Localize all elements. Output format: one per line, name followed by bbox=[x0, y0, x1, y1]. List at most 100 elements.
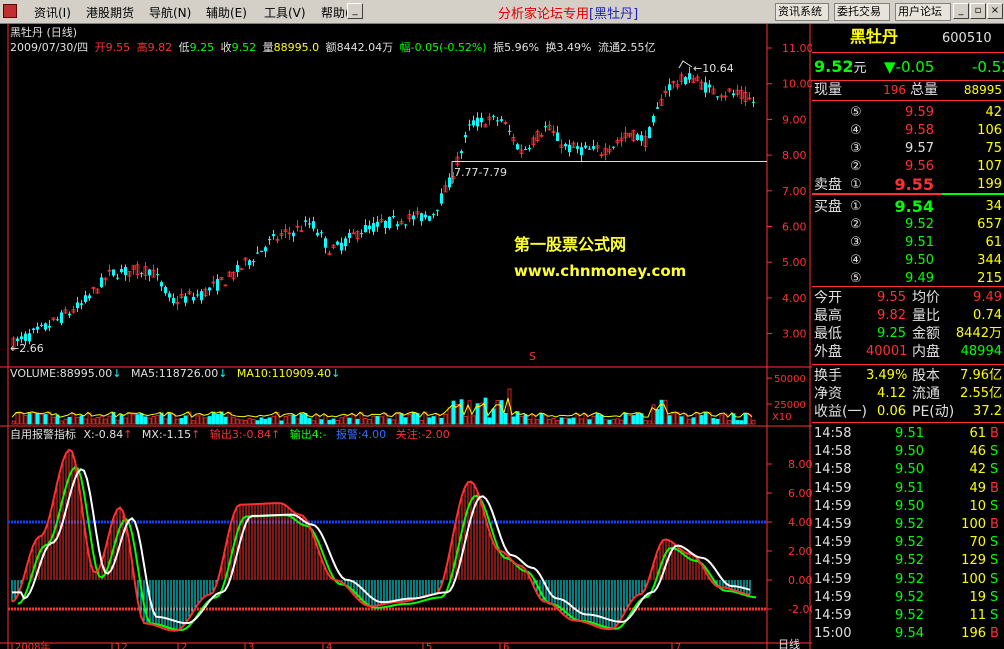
high-mark-pointer bbox=[678, 60, 693, 69]
tick-time: 14:59 bbox=[814, 589, 852, 605]
volume-bar bbox=[511, 416, 516, 425]
volume-bar bbox=[587, 419, 592, 425]
candle-body bbox=[56, 319, 59, 321]
volume-bar bbox=[343, 415, 348, 425]
volume-bar bbox=[267, 417, 272, 425]
candle-body bbox=[292, 232, 295, 237]
volume-bar bbox=[687, 418, 692, 425]
volume-bar bbox=[155, 415, 160, 425]
volume-bar bbox=[535, 419, 540, 425]
volume-bar bbox=[351, 414, 356, 425]
candle-body bbox=[420, 213, 423, 222]
menu-item-assist[interactable]: 辅助(E) bbox=[206, 4, 247, 21]
volume-bar bbox=[11, 420, 16, 425]
date-tick-label: 2008年 bbox=[15, 640, 50, 649]
volume-bar bbox=[151, 416, 156, 425]
candle-body bbox=[44, 323, 47, 330]
volume-bar bbox=[203, 417, 208, 425]
price-change: ▼-0.05 bbox=[884, 58, 935, 76]
candle-body bbox=[472, 120, 475, 126]
sell-price: 9.55 bbox=[894, 175, 934, 194]
volume-bar bbox=[547, 419, 552, 425]
minimize-icon[interactable]: _ bbox=[953, 3, 969, 19]
candle-body bbox=[252, 260, 255, 263]
volume-bar bbox=[235, 418, 240, 425]
volume-bar bbox=[499, 400, 504, 425]
kline-chart[interactable]: 黑牡丹 (日线) 2009/07/30/四 开9.55 高9.82 低9.25 … bbox=[0, 24, 812, 649]
volume-bar bbox=[595, 413, 600, 425]
volume-bar bbox=[443, 413, 448, 425]
candle-body bbox=[68, 313, 71, 316]
quote-row: 净资 4.12 流通 2.55亿 bbox=[812, 385, 1004, 403]
volume-bar bbox=[375, 415, 380, 425]
volume-bar bbox=[631, 415, 636, 425]
candle-body bbox=[320, 232, 323, 234]
tick-volume: 46 bbox=[969, 444, 986, 460]
volume-bar bbox=[599, 414, 604, 425]
candle-body bbox=[312, 221, 315, 229]
volume-bar bbox=[51, 416, 56, 425]
candle-body bbox=[684, 77, 687, 85]
candle-body bbox=[448, 177, 451, 188]
volume-bar bbox=[211, 411, 216, 425]
volume-bar bbox=[363, 417, 368, 425]
candle-body bbox=[372, 223, 375, 232]
close-icon[interactable]: × bbox=[987, 3, 1003, 19]
info-system-button[interactable]: 资讯系统 bbox=[775, 3, 829, 21]
volume-bar bbox=[335, 420, 340, 425]
restore-icon[interactable]: ▫ bbox=[970, 3, 986, 19]
stat-value: 9.25 bbox=[877, 326, 906, 341]
menu-item-hk-futures[interactable]: 港股期货 bbox=[86, 4, 134, 21]
indicator-tick-label: 2.00 bbox=[788, 545, 812, 558]
high-mark: ←10.64 bbox=[693, 62, 734, 75]
stat-value: 0.06 bbox=[877, 404, 906, 419]
stat-label: 最低 bbox=[814, 326, 842, 342]
candle-body bbox=[316, 232, 319, 236]
tick-price: 9.52 bbox=[895, 608, 924, 623]
trade-button[interactable]: 委托交易 bbox=[834, 3, 890, 21]
menu-item-info[interactable]: 资讯(I) bbox=[34, 4, 71, 21]
candle-body bbox=[424, 214, 427, 218]
candle-body bbox=[80, 303, 83, 305]
candle-body bbox=[636, 134, 639, 141]
volume-bar bbox=[551, 417, 556, 425]
minimize-icon[interactable]: _ bbox=[347, 3, 363, 19]
volume-bar bbox=[167, 412, 172, 425]
volume-bar bbox=[659, 399, 664, 425]
volume-bar bbox=[463, 416, 468, 425]
volume-bar bbox=[679, 416, 684, 425]
volume-bar bbox=[339, 417, 344, 425]
candle-body bbox=[116, 277, 119, 279]
buy-label: 买盘 bbox=[814, 199, 842, 215]
candle-body bbox=[28, 333, 31, 342]
quote-row: 14:59 9.52 19 S bbox=[812, 589, 1004, 607]
volume-bar bbox=[67, 416, 72, 425]
date-tick-label: 5 bbox=[426, 642, 432, 649]
candle-body bbox=[440, 193, 443, 204]
volume-bar bbox=[539, 413, 544, 425]
candle-body bbox=[196, 294, 199, 296]
quote-row: 最低 9.25 金额 8442万 bbox=[812, 325, 1004, 343]
volume-bar bbox=[215, 413, 220, 425]
quote-row: 卖盘 ① 9.55 199 bbox=[812, 176, 1004, 194]
candle-body bbox=[184, 296, 187, 303]
volume-bar bbox=[347, 417, 352, 425]
volume-bar bbox=[635, 413, 640, 425]
tick-price: 9.50 bbox=[895, 444, 924, 460]
app-icon[interactable] bbox=[3, 4, 17, 18]
quote-row: 14:59 9.52 11 S bbox=[812, 607, 1004, 625]
sell-level-index: ① bbox=[850, 177, 862, 192]
volume-bar bbox=[207, 416, 212, 425]
menu-item-tools[interactable]: 工具(V) bbox=[264, 4, 306, 21]
candle-body bbox=[688, 73, 691, 80]
candle-body bbox=[208, 287, 211, 291]
volume-bar bbox=[387, 418, 392, 425]
candle-body bbox=[580, 147, 583, 156]
volume-bar bbox=[279, 420, 284, 425]
price-tick-label: 9.00 bbox=[782, 113, 807, 126]
forum-button[interactable]: 用户论坛 bbox=[895, 3, 951, 21]
tick-side: S bbox=[990, 553, 999, 569]
volume-bar bbox=[23, 415, 28, 425]
candle-body bbox=[100, 277, 103, 288]
menu-item-navigate[interactable]: 导航(N) bbox=[149, 4, 191, 21]
